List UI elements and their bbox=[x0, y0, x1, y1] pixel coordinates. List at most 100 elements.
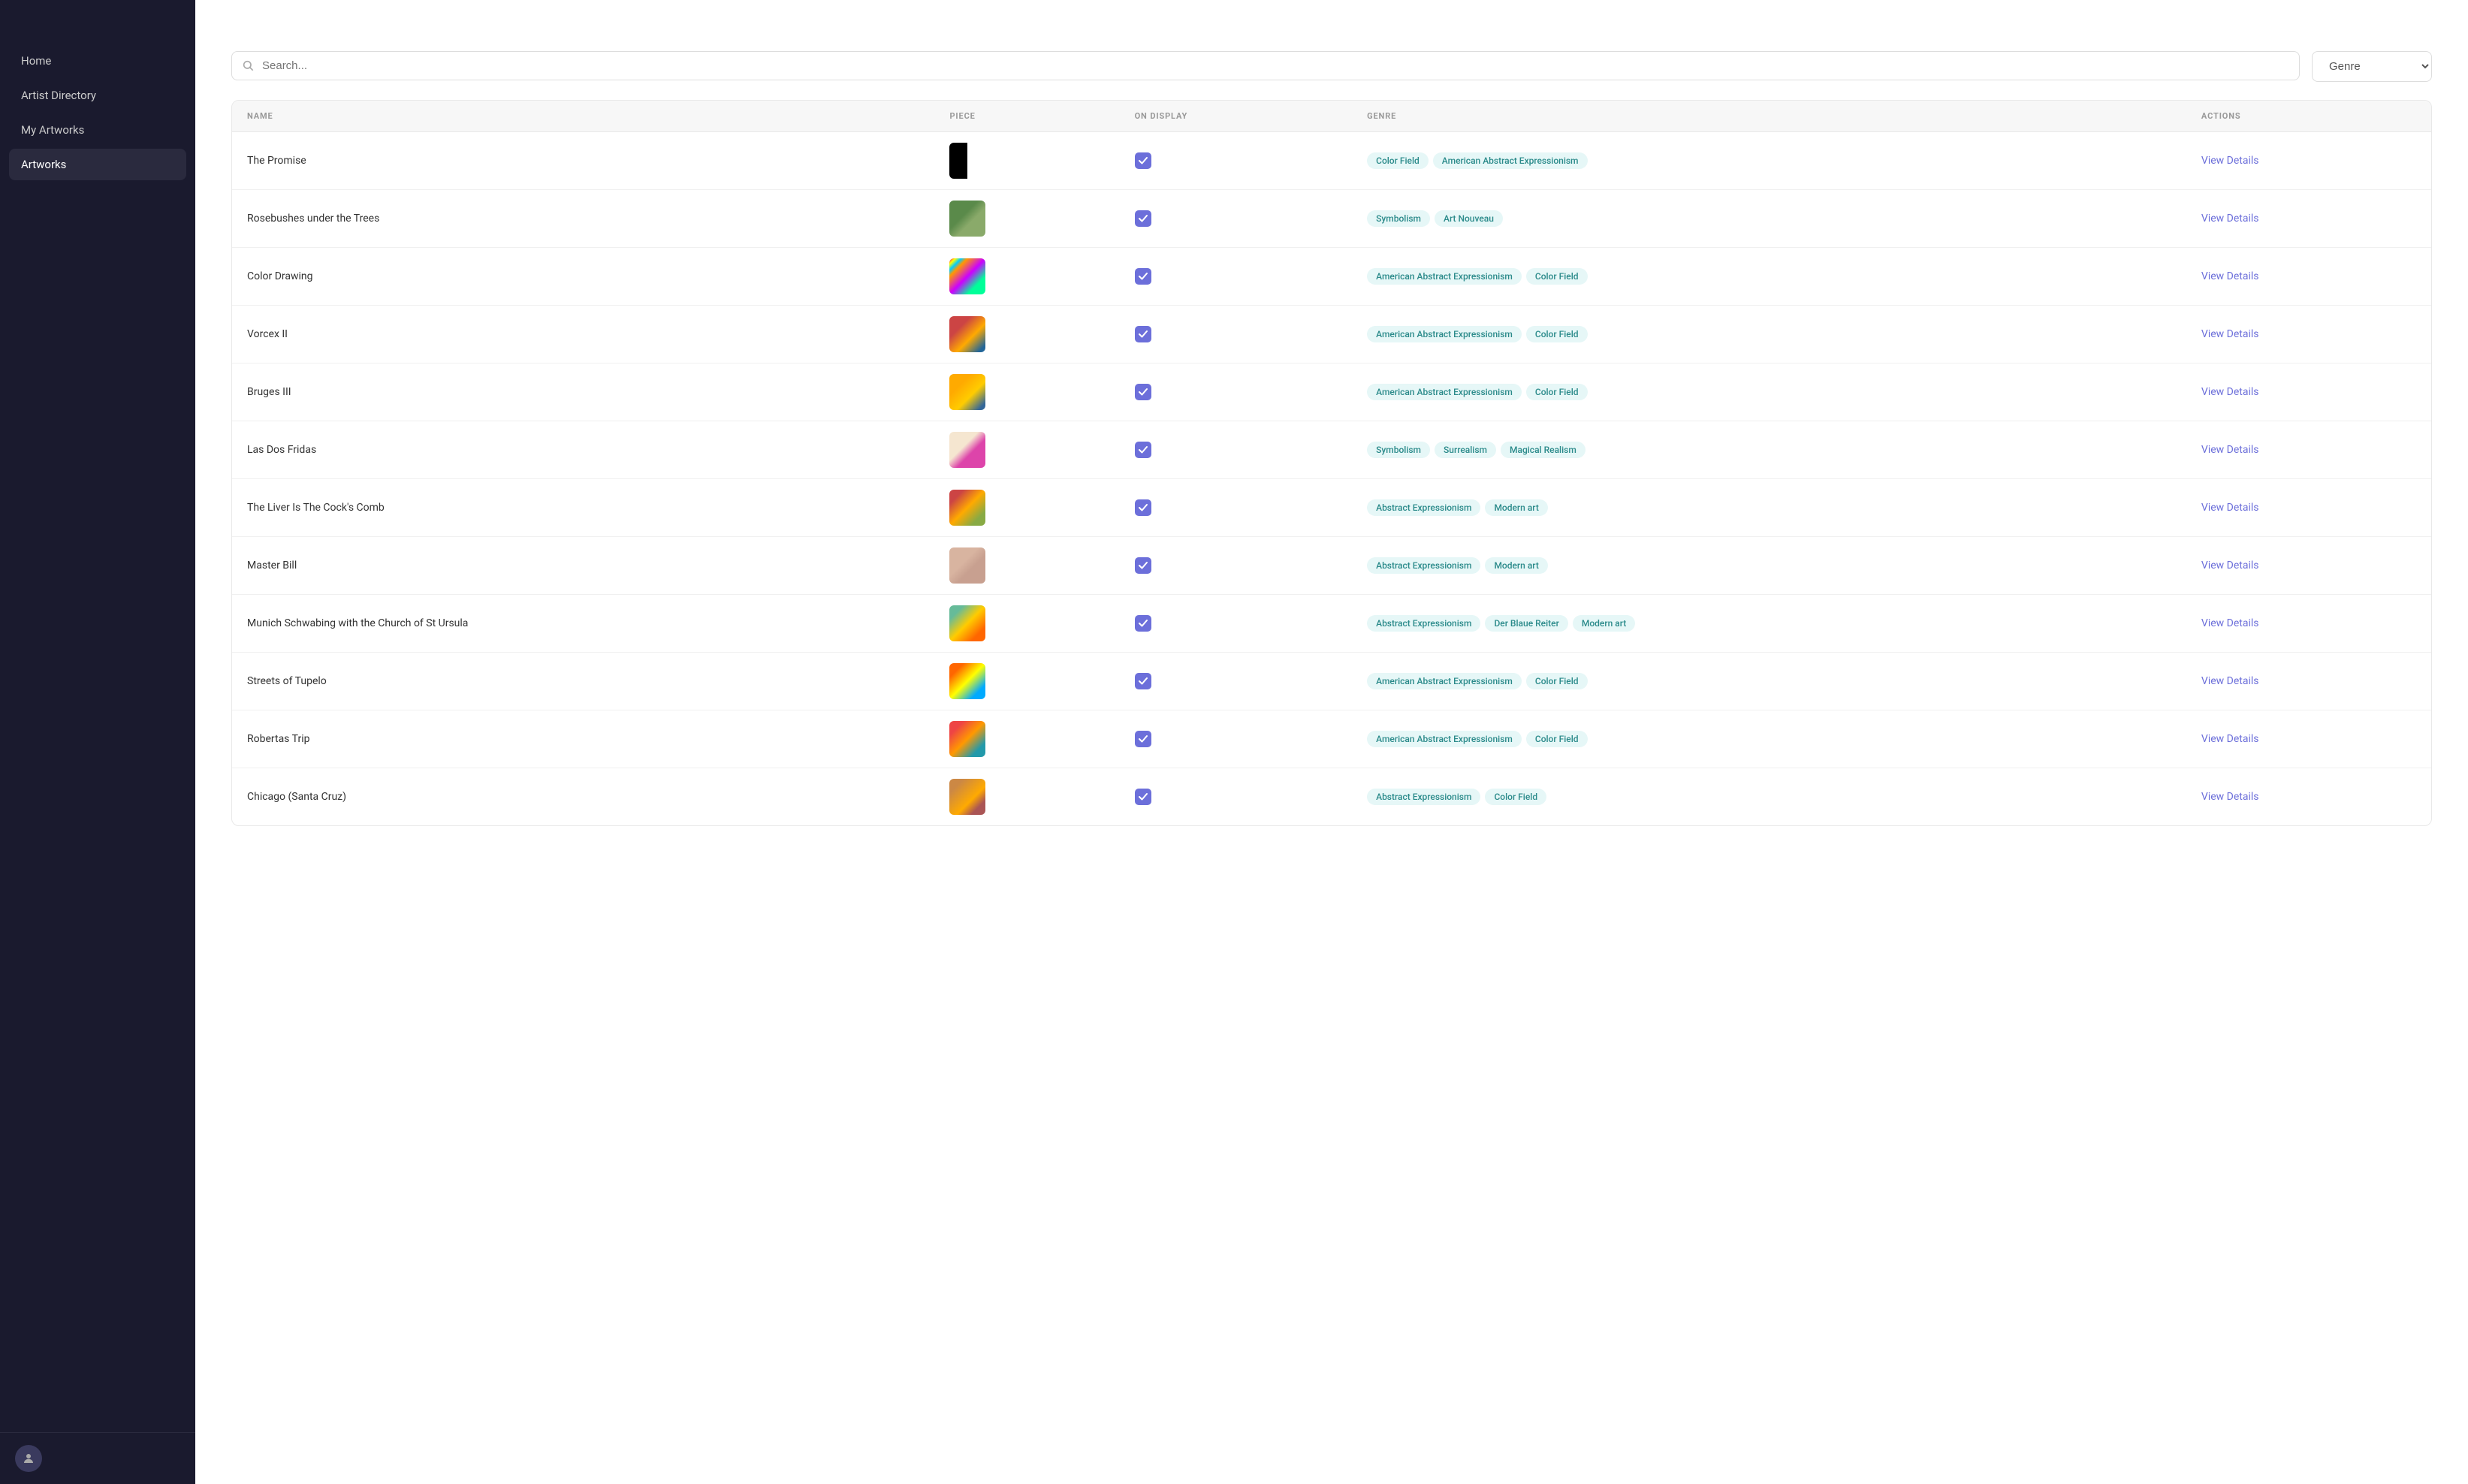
genre-cell: SymbolismArt Nouveau bbox=[1352, 190, 2186, 248]
checkbox-checked[interactable] bbox=[1135, 731, 1151, 747]
table-row: Vorcex II American Abstract Expressionism… bbox=[232, 306, 2431, 363]
on-display-cell[interactable] bbox=[1120, 306, 1353, 363]
view-details-link[interactable]: View Details bbox=[2201, 733, 2259, 745]
table-row: Chicago (Santa Cruz)Abstract Expressioni… bbox=[232, 768, 2431, 826]
col-on-display: ON DISPLAY bbox=[1120, 101, 1353, 132]
artwork-name: Bruges III bbox=[232, 363, 934, 421]
checkbox-checked[interactable] bbox=[1135, 557, 1151, 574]
actions-cell: View Details bbox=[2186, 479, 2431, 537]
collapse-button[interactable] bbox=[174, 21, 180, 27]
genre-tag: Modern art bbox=[1573, 615, 1635, 632]
search-row: Genre bbox=[231, 51, 2432, 82]
on-display-cell[interactable] bbox=[1120, 248, 1353, 306]
on-display-cell[interactable] bbox=[1120, 595, 1353, 653]
main-content: Genre NAME PIECE ON DISPLAY GENRE ACTION… bbox=[195, 0, 2468, 1484]
genre-filter[interactable]: Genre bbox=[2312, 51, 2432, 82]
actions-cell: View Details bbox=[2186, 537, 2431, 595]
view-details-link[interactable]: View Details bbox=[2201, 213, 2259, 225]
genre-tag: Color Field bbox=[1526, 326, 1588, 342]
artwork-name: Streets of Tupelo bbox=[232, 653, 934, 710]
sidebar-item-artworks[interactable]: Artworks bbox=[9, 149, 186, 180]
artwork-name: Vorcex II bbox=[232, 306, 934, 363]
on-display-cell[interactable] bbox=[1120, 653, 1353, 710]
table-row: Rosebushes under the TreesSymbolismArt N… bbox=[232, 190, 2431, 248]
artworks-table-wrap: NAME PIECE ON DISPLAY GENRE ACTIONS The … bbox=[231, 100, 2432, 826]
on-display-cell[interactable] bbox=[1120, 421, 1353, 479]
on-display-cell[interactable] bbox=[1120, 363, 1353, 421]
col-genre: GENRE bbox=[1352, 101, 2186, 132]
checkbox-checked[interactable] bbox=[1135, 152, 1151, 169]
sidebar-item-my-artworks[interactable]: My Artworks bbox=[9, 114, 186, 146]
checkbox-checked[interactable] bbox=[1135, 499, 1151, 516]
artwork-name: Munich Schwabing with the Church of St U… bbox=[232, 595, 934, 653]
genre-cell: American Abstract ExpressionismColor Fie… bbox=[1352, 363, 2186, 421]
view-details-link[interactable]: View Details bbox=[2201, 444, 2259, 456]
genre-tag: Color Field bbox=[1526, 384, 1588, 400]
artwork-name: The Liver Is The Cock's Comb bbox=[232, 479, 934, 537]
view-details-link[interactable]: View Details bbox=[2201, 791, 2259, 803]
genre-cell: Abstract ExpressionismDer Blaue ReiterMo… bbox=[1352, 595, 2186, 653]
sidebar-item-home[interactable]: Home bbox=[9, 45, 186, 77]
actions-cell: View Details bbox=[2186, 306, 2431, 363]
col-piece: PIECE bbox=[934, 101, 1119, 132]
genre-tag: Abstract Expressionism bbox=[1367, 557, 1480, 574]
genre-cell: SymbolismSurrealismMagical Realism bbox=[1352, 421, 2186, 479]
search-input[interactable] bbox=[231, 51, 2300, 80]
genre-tag: American Abstract Expressionism bbox=[1367, 731, 1522, 747]
on-display-cell[interactable] bbox=[1120, 710, 1353, 768]
genre-tag: Color Field bbox=[1526, 673, 1588, 689]
avatar bbox=[15, 1445, 42, 1472]
table-header: NAME PIECE ON DISPLAY GENRE ACTIONS bbox=[232, 101, 2431, 132]
genre-tag: Symbolism bbox=[1367, 210, 1430, 227]
genre-cell: Color FieldAmerican Abstract Expressioni… bbox=[1352, 132, 2186, 190]
artwork-name: Las Dos Fridas bbox=[232, 421, 934, 479]
view-details-link[interactable]: View Details bbox=[2201, 617, 2259, 629]
search-icon bbox=[242, 59, 254, 74]
view-details-link[interactable]: View Details bbox=[2201, 675, 2259, 687]
checkbox-checked[interactable] bbox=[1135, 268, 1151, 285]
checkbox-checked[interactable] bbox=[1135, 326, 1151, 342]
table-row: Bruges III American Abstract Expressionis… bbox=[232, 363, 2431, 421]
checkbox-checked[interactable] bbox=[1135, 615, 1151, 632]
sidebar-item-artist-directory[interactable]: Artist Directory bbox=[9, 80, 186, 111]
genre-tag: American Abstract Expressionism bbox=[1367, 326, 1522, 342]
table-row: The PromiseColor FieldAmerican Abstract … bbox=[232, 132, 2431, 190]
genre-tag: American Abstract Expressionism bbox=[1433, 152, 1588, 169]
on-display-cell[interactable] bbox=[1120, 537, 1353, 595]
genre-tag: American Abstract Expressionism bbox=[1367, 384, 1522, 400]
view-details-link[interactable]: View Details bbox=[2201, 328, 2259, 340]
actions-cell: View Details bbox=[2186, 768, 2431, 826]
view-details-link[interactable]: View Details bbox=[2201, 502, 2259, 514]
actions-cell: View Details bbox=[2186, 248, 2431, 306]
actions-cell: View Details bbox=[2186, 421, 2431, 479]
sidebar: HomeArtist DirectoryMy ArtworksArtworks bbox=[0, 0, 195, 1484]
checkbox-checked[interactable] bbox=[1135, 384, 1151, 400]
checkbox-checked[interactable] bbox=[1135, 789, 1151, 805]
genre-tag: American Abstract Expressionism bbox=[1367, 268, 1522, 285]
genre-cell: American Abstract ExpressionismColor Fie… bbox=[1352, 248, 2186, 306]
artwork-piece bbox=[934, 653, 1119, 710]
view-details-link[interactable]: View Details bbox=[2201, 386, 2259, 398]
view-details-link[interactable]: View Details bbox=[2201, 560, 2259, 572]
artwork-piece bbox=[934, 363, 1119, 421]
actions-cell: View Details bbox=[2186, 132, 2431, 190]
actions-cell: View Details bbox=[2186, 710, 2431, 768]
genre-cell: American Abstract ExpressionismColor Fie… bbox=[1352, 306, 2186, 363]
actions-cell: View Details bbox=[2186, 363, 2431, 421]
on-display-cell[interactable] bbox=[1120, 768, 1353, 826]
genre-cell: American Abstract ExpressionismColor Fie… bbox=[1352, 653, 2186, 710]
on-display-cell[interactable] bbox=[1120, 132, 1353, 190]
checkbox-checked[interactable] bbox=[1135, 442, 1151, 458]
search-wrap bbox=[231, 51, 2300, 82]
checkbox-checked[interactable] bbox=[1135, 210, 1151, 227]
actions-cell: View Details bbox=[2186, 595, 2431, 653]
checkbox-checked[interactable] bbox=[1135, 673, 1151, 689]
view-details-link[interactable]: View Details bbox=[2201, 155, 2259, 167]
artwork-piece bbox=[934, 710, 1119, 768]
view-details-link[interactable]: View Details bbox=[2201, 270, 2259, 282]
on-display-cell[interactable] bbox=[1120, 190, 1353, 248]
artworks-table: NAME PIECE ON DISPLAY GENRE ACTIONS The … bbox=[232, 101, 2431, 825]
genre-tag: Surrealism bbox=[1435, 442, 1496, 458]
artwork-name: Color Drawing bbox=[232, 248, 934, 306]
on-display-cell[interactable] bbox=[1120, 479, 1353, 537]
